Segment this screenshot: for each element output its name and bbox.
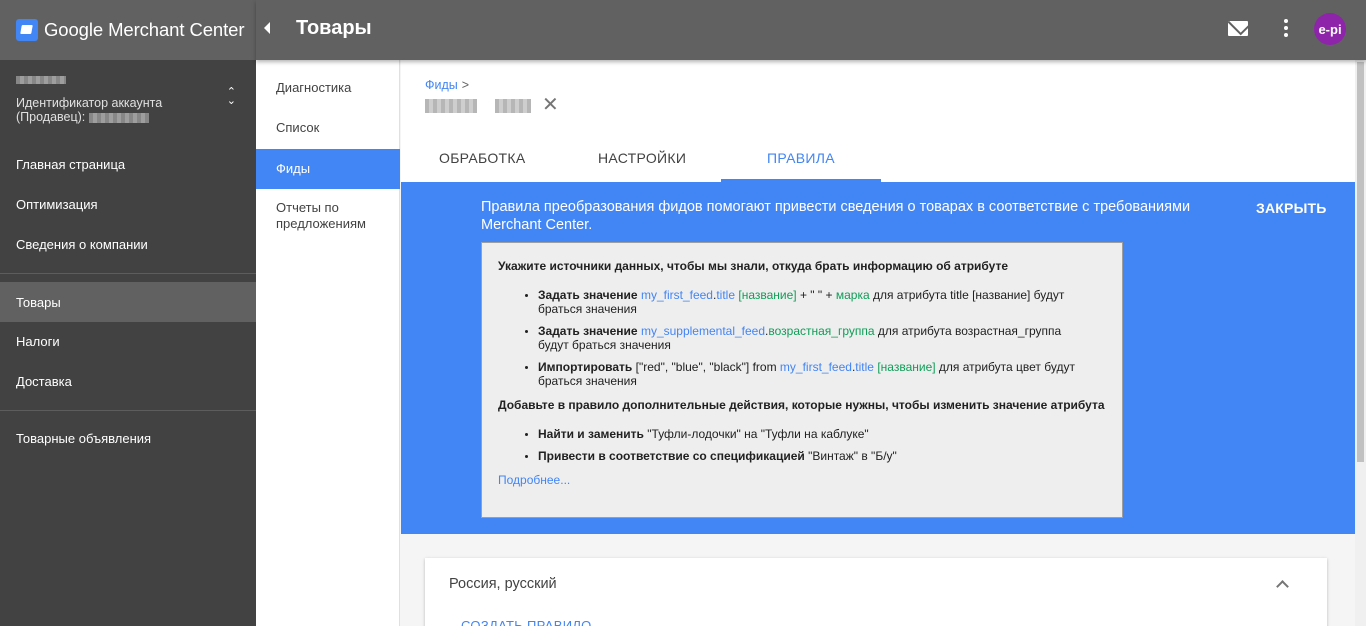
scrollbar[interactable] — [1355, 60, 1366, 626]
subnav-item-offer-reports[interactable]: Отчеты по предложениям — [256, 192, 400, 240]
list-item: Задать значение my_supplemental_feed.воз… — [538, 324, 1078, 352]
merchant-center-logo-icon — [16, 19, 38, 41]
list-item: Импортировать ["red", "blue", "black"] f… — [538, 360, 1078, 388]
banner-text: Правила преобразования фидов помогают пр… — [481, 199, 1191, 233]
breadcrumb-feeds-link[interactable]: Фиды — [425, 78, 458, 92]
sidebar-item-home[interactable]: Главная страница — [0, 144, 256, 184]
subnav-item-diagnostics[interactable]: Диагностика — [256, 68, 400, 108]
list-item: Найти и заменить "Туфли-лодочки" на "Туф… — [538, 427, 1078, 441]
account-expand-icon[interactable]: ⌃ ⌄ — [227, 87, 236, 107]
tab-settings[interactable]: НАСТРОЙКИ — [598, 150, 686, 166]
rules-section-card: Россия, русский СОЗДАТЬ ПРАВИЛО — [425, 558, 1327, 626]
products-subnav: Диагностика Список Фиды Отчеты по предло… — [256, 60, 400, 626]
feed-name-redacted — [425, 97, 532, 115]
brand-bar[interactable]: Google Merchant Center — [0, 0, 256, 60]
banner-close-button[interactable]: ЗАКРЫТЬ — [1256, 200, 1326, 216]
page-title: Товары — [296, 17, 372, 39]
sidebar-divider — [0, 273, 256, 274]
left-sidebar: Google Merchant Center Идентификатор акк… — [0, 0, 256, 626]
subnav-item-list[interactable]: Список — [256, 108, 400, 148]
scrollbar-thumb[interactable] — [1357, 62, 1364, 462]
list-item: Задать значение my_first_feed.title [наз… — [538, 288, 1078, 316]
sidebar-item-shipping[interactable]: Доставка — [0, 361, 256, 401]
account-name-redacted — [16, 76, 66, 84]
more-vert-icon[interactable] — [1284, 19, 1288, 39]
list-item: Привести в соответствие со спецификацией… — [538, 449, 1078, 463]
rules-info-banner: Правила преобразования фидов помогают пр… — [401, 182, 1355, 534]
avatar[interactable]: e-pi — [1314, 13, 1346, 45]
account-switcher[interactable]: Идентификатор аккаунта (Продавец): ⌃ ⌄ — [16, 76, 246, 124]
brand-name: Google Merchant Center — [44, 19, 245, 40]
sidebar-divider — [0, 410, 256, 411]
card-heading: Укажите источники данных, чтобы мы знали… — [498, 259, 1009, 273]
action-examples: Найти и заменить "Туфли-лодочки" на "Туф… — [538, 427, 1106, 463]
feed-header: Фиды > ✕ ОБРАБОТКА НАСТРОЙКИ ПРАВИЛА — [401, 60, 1355, 182]
rules-example-card: Укажите источники данных, чтобы мы знали… — [481, 242, 1123, 518]
account-id-redacted — [88, 112, 149, 123]
data-source-examples: Задать значение my_first_feed.title [наз… — [538, 288, 1106, 388]
main-content: Фиды > ✕ ОБРАБОТКА НАСТРОЙКИ ПРАВИЛА Прав… — [401, 60, 1355, 626]
tab-processing[interactable]: ОБРАБОТКА — [439, 150, 525, 166]
rules-section-title: Россия, русский — [449, 576, 557, 592]
account-id-label: Идентификатор аккаунта (Продавец): — [16, 96, 163, 124]
mail-icon[interactable] — [1228, 21, 1248, 36]
top-header: Товары e-pi — [256, 0, 1366, 60]
create-rule-button[interactable]: СОЗДАТЬ ПРАВИЛО — [461, 618, 592, 626]
chevron-up-icon[interactable] — [1276, 580, 1289, 593]
card-heading: Добавьте в правило дополнительные действ… — [498, 398, 1105, 412]
collapse-sidebar-icon[interactable] — [264, 22, 270, 34]
sidebar-item-optimization[interactable]: Оптимизация — [0, 184, 256, 224]
sidebar-item-business-info[interactable]: Сведения о компании — [0, 224, 256, 264]
learn-more-link[interactable]: Подробнее... — [498, 473, 1106, 487]
breadcrumb: Фиды > — [425, 78, 470, 92]
sidebar-item-shopping-ads[interactable]: Товарные объявления — [0, 418, 256, 458]
tab-rules[interactable]: ПРАВИЛА — [767, 150, 835, 166]
sidebar-item-products[interactable]: Товары — [0, 282, 256, 322]
close-icon[interactable]: ✕ — [542, 95, 559, 115]
sidebar-item-taxes[interactable]: Налоги — [0, 321, 256, 361]
subnav-item-feeds[interactable]: Фиды — [256, 149, 400, 189]
